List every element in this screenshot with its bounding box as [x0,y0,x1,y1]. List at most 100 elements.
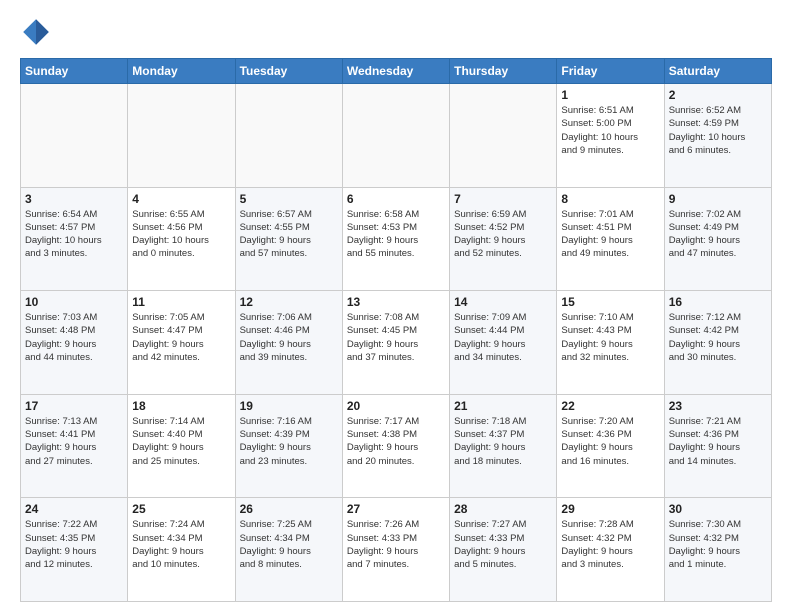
day-number: 20 [347,399,445,413]
day-info: Sunrise: 7:02 AM Sunset: 4:49 PM Dayligh… [669,208,767,261]
day-number: 23 [669,399,767,413]
day-info: Sunrise: 7:27 AM Sunset: 4:33 PM Dayligh… [454,518,552,571]
logo-icon [20,16,52,48]
day-cell: 17 Sunrise: 7:13 AM Sunset: 4:41 PM Dayli… [21,394,128,498]
calendar-table: SundayMondayTuesdayWednesdayThursdayFrid… [20,58,772,602]
day-cell: 4 Sunrise: 6:55 AM Sunset: 4:56 PM Daylig… [128,187,235,291]
week-row-2: 3 Sunrise: 6:54 AM Sunset: 4:57 PM Daylig… [21,187,772,291]
week-row-5: 24 Sunrise: 7:22 AM Sunset: 4:35 PM Dayli… [21,498,772,602]
day-cell [21,84,128,188]
day-info: Sunrise: 7:05 AM Sunset: 4:47 PM Dayligh… [132,311,230,364]
day-header-thursday: Thursday [450,59,557,84]
day-cell: 1 Sunrise: 6:51 AM Sunset: 5:00 PM Daylig… [557,84,664,188]
day-number: 11 [132,295,230,309]
day-cell: 11 Sunrise: 7:05 AM Sunset: 4:47 PM Dayli… [128,291,235,395]
day-cell: 18 Sunrise: 7:14 AM Sunset: 4:40 PM Dayli… [128,394,235,498]
day-info: Sunrise: 6:52 AM Sunset: 4:59 PM Dayligh… [669,104,767,157]
day-cell: 7 Sunrise: 6:59 AM Sunset: 4:52 PM Daylig… [450,187,557,291]
day-number: 7 [454,192,552,206]
day-number: 15 [561,295,659,309]
day-cell [342,84,449,188]
day-number: 26 [240,502,338,516]
day-number: 18 [132,399,230,413]
day-cell: 2 Sunrise: 6:52 AM Sunset: 4:59 PM Daylig… [664,84,771,188]
day-info: Sunrise: 7:16 AM Sunset: 4:39 PM Dayligh… [240,415,338,468]
day-info: Sunrise: 7:26 AM Sunset: 4:33 PM Dayligh… [347,518,445,571]
day-cell: 12Sunrise: 7:06 AM Sunset: 4:46 PM Dayli… [235,291,342,395]
day-cell [235,84,342,188]
day-info: Sunrise: 7:24 AM Sunset: 4:34 PM Dayligh… [132,518,230,571]
calendar-body: 1 Sunrise: 6:51 AM Sunset: 5:00 PM Daylig… [21,84,772,602]
day-header-sunday: Sunday [21,59,128,84]
day-number: 1 [561,88,659,102]
day-info: Sunrise: 7:12 AM Sunset: 4:42 PM Dayligh… [669,311,767,364]
day-cell: 19 Sunrise: 7:16 AM Sunset: 4:39 PM Dayli… [235,394,342,498]
week-row-3: 10 Sunrise: 7:03 AM Sunset: 4:48 PM Dayli… [21,291,772,395]
day-cell: 13 Sunrise: 7:08 AM Sunset: 4:45 PM Dayli… [342,291,449,395]
day-cell: 10 Sunrise: 7:03 AM Sunset: 4:48 PM Dayli… [21,291,128,395]
header [20,16,772,48]
day-info: Sunrise: 6:54 AM Sunset: 4:57 PM Dayligh… [25,208,123,261]
page: SundayMondayTuesdayWednesdayThursdayFrid… [0,0,792,612]
day-number: 17 [25,399,123,413]
logo [20,16,56,48]
day-info: Sunrise: 7:20 AM Sunset: 4:36 PM Dayligh… [561,415,659,468]
day-cell: 29 Sunrise: 7:28 AM Sunset: 4:32 PM Dayli… [557,498,664,602]
day-number: 13 [347,295,445,309]
day-number: 30 [669,502,767,516]
day-info: Sunrise: 7:09 AM Sunset: 4:44 PM Dayligh… [454,311,552,364]
day-number: 5 [240,192,338,206]
day-info: Sunrise: 7:22 AM Sunset: 4:35 PM Dayligh… [25,518,123,571]
day-cell: 20Sunrise: 7:17 AM Sunset: 4:38 PM Dayli… [342,394,449,498]
day-cell: 27 Sunrise: 7:26 AM Sunset: 4:33 PM Dayli… [342,498,449,602]
day-cell [450,84,557,188]
day-info: Sunrise: 6:55 AM Sunset: 4:56 PM Dayligh… [132,208,230,261]
day-info: Sunrise: 7:01 AM Sunset: 4:51 PM Dayligh… [561,208,659,261]
day-cell: 6Sunrise: 6:58 AM Sunset: 4:53 PM Daylig… [342,187,449,291]
day-cell [128,84,235,188]
day-info: Sunrise: 7:14 AM Sunset: 4:40 PM Dayligh… [132,415,230,468]
day-header-tuesday: Tuesday [235,59,342,84]
day-info: Sunrise: 7:08 AM Sunset: 4:45 PM Dayligh… [347,311,445,364]
day-cell: 26 Sunrise: 7:25 AM Sunset: 4:34 PM Dayli… [235,498,342,602]
day-number: 19 [240,399,338,413]
day-cell: 15 Sunrise: 7:10 AM Sunset: 4:43 PM Dayli… [557,291,664,395]
day-cell: 25 Sunrise: 7:24 AM Sunset: 4:34 PM Dayli… [128,498,235,602]
day-number: 4 [132,192,230,206]
day-header-friday: Friday [557,59,664,84]
day-info: Sunrise: 7:03 AM Sunset: 4:48 PM Dayligh… [25,311,123,364]
day-info: Sunrise: 7:13 AM Sunset: 4:41 PM Dayligh… [25,415,123,468]
day-info: Sunrise: 6:57 AM Sunset: 4:55 PM Dayligh… [240,208,338,261]
header-row: SundayMondayTuesdayWednesdayThursdayFrid… [21,59,772,84]
day-info: Sunrise: 7:28 AM Sunset: 4:32 PM Dayligh… [561,518,659,571]
day-number: 2 [669,88,767,102]
day-number: 25 [132,502,230,516]
day-cell: 14Sunrise: 7:09 AM Sunset: 4:44 PM Dayli… [450,291,557,395]
day-info: Sunrise: 7:25 AM Sunset: 4:34 PM Dayligh… [240,518,338,571]
day-header-monday: Monday [128,59,235,84]
calendar-header: SundayMondayTuesdayWednesdayThursdayFrid… [21,59,772,84]
day-cell: 24 Sunrise: 7:22 AM Sunset: 4:35 PM Dayli… [21,498,128,602]
day-cell: 22 Sunrise: 7:20 AM Sunset: 4:36 PM Dayli… [557,394,664,498]
day-number: 24 [25,502,123,516]
day-info: Sunrise: 6:58 AM Sunset: 4:53 PM Dayligh… [347,208,445,261]
day-info: Sunrise: 6:51 AM Sunset: 5:00 PM Dayligh… [561,104,659,157]
day-cell: 30Sunrise: 7:30 AM Sunset: 4:32 PM Dayli… [664,498,771,602]
day-number: 10 [25,295,123,309]
week-row-4: 17 Sunrise: 7:13 AM Sunset: 4:41 PM Dayli… [21,394,772,498]
day-number: 22 [561,399,659,413]
day-number: 29 [561,502,659,516]
day-header-wednesday: Wednesday [342,59,449,84]
day-cell: 5 Sunrise: 6:57 AM Sunset: 4:55 PM Daylig… [235,187,342,291]
week-row-1: 1 Sunrise: 6:51 AM Sunset: 5:00 PM Daylig… [21,84,772,188]
day-info: Sunrise: 7:10 AM Sunset: 4:43 PM Dayligh… [561,311,659,364]
day-number: 27 [347,502,445,516]
day-info: Sunrise: 6:59 AM Sunset: 4:52 PM Dayligh… [454,208,552,261]
day-number: 9 [669,192,767,206]
day-header-saturday: Saturday [664,59,771,84]
day-number: 3 [25,192,123,206]
day-number: 28 [454,502,552,516]
day-number: 21 [454,399,552,413]
day-cell: 16Sunrise: 7:12 AM Sunset: 4:42 PM Dayli… [664,291,771,395]
day-cell: 3 Sunrise: 6:54 AM Sunset: 4:57 PM Daylig… [21,187,128,291]
